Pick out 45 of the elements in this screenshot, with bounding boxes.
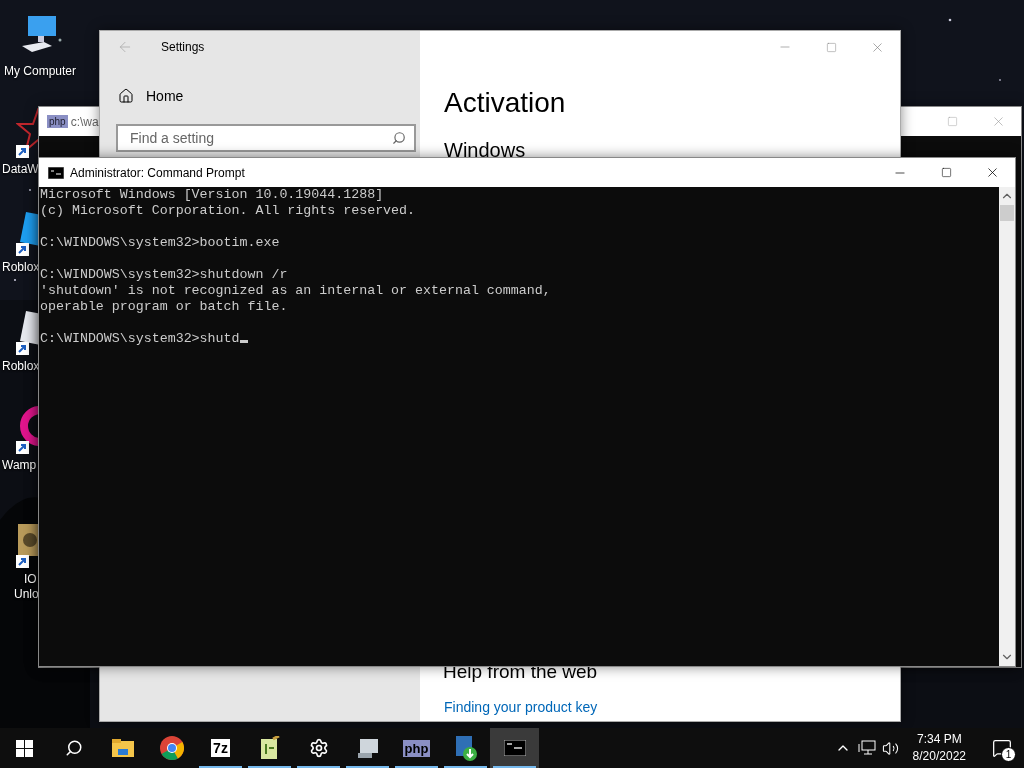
- desktop-icon-label[interactable]: IO: [0, 572, 37, 587]
- console-line: C:\WINDOWS\system32>shutdown /r: [40, 267, 289, 283]
- window-title: c:\wa: [70, 114, 99, 129]
- page-heading: Activation: [444, 87, 567, 119]
- scrollbar-thumb[interactable]: [1000, 205, 1014, 221]
- monitor-icon[interactable]: [355, 737, 380, 759]
- console-line: Microsoft Windows [Version 10.0.19044.1288]: [40, 187, 385, 203]
- section-heading: Windows: [444, 139, 527, 162]
- console-line: operable program or batch file.: [40, 299, 289, 315]
- network-icon[interactable]: [857, 740, 876, 756]
- app-glyph-icon[interactable]: 7z: [211, 739, 230, 757]
- installer-icon[interactable]: [453, 735, 478, 761]
- desktop-icon-label[interactable]: My Computer: [4, 64, 76, 79]
- desktop-icon-label[interactable]: Roblox: [0, 359, 40, 374]
- notifications-icon[interactable]: [992, 738, 1012, 758]
- desktop-icon-label[interactable]: Roblox: [0, 260, 40, 275]
- console-line: C:\WINDOWS\system32>shutd: [40, 331, 998, 347]
- windows-logo-icon[interactable]: [16, 739, 33, 757]
- desktop-icon-label[interactable]: DataW: [0, 162, 39, 177]
- window-title: Administrator: Command Prompt: [70, 165, 245, 180]
- console-line: (c) Microsoft Corporation. All rights reserved.: [40, 203, 417, 219]
- maximize-icon[interactable]: [940, 167, 952, 178]
- console-icon: [48, 166, 64, 179]
- window-title: Settings: [161, 40, 205, 54]
- notification-count: 1: [1001, 747, 1016, 762]
- search-icon[interactable]: [64, 739, 83, 757]
- desktop-icon-label[interactable]: Wamp: [0, 458, 37, 473]
- console-line: C:\WINDOWS\system32>bootim.exe: [40, 235, 281, 251]
- clock-time[interactable]: 7:34 PM: [916, 731, 962, 748]
- desktop-icon-label[interactable]: Unlo: [0, 587, 39, 602]
- volume-icon[interactable]: [882, 739, 900, 757]
- browser-icon[interactable]: [159, 736, 184, 760]
- product-key-link[interactable]: Finding your product key: [444, 699, 900, 715]
- console-icon[interactable]: [503, 740, 526, 756]
- home-icon[interactable]: [118, 88, 134, 104]
- home-link[interactable]: Home: [146, 88, 184, 104]
- console-line: 'shutdown' is not recognized as an internal or external command,: [40, 283, 552, 299]
- clock-date[interactable]: 8/20/2022: [912, 748, 966, 765]
- notepad-icon[interactable]: [259, 736, 280, 760]
- search-input[interactable]: Find a setting: [128, 129, 392, 147]
- folder-icon[interactable]: [111, 739, 134, 757]
- search-field[interactable]: Find a setting: [116, 124, 416, 152]
- settings-icon[interactable]: [308, 738, 329, 758]
- app-glyph-icon[interactable]: php: [402, 739, 431, 757]
- php-icon: php: [47, 115, 68, 128]
